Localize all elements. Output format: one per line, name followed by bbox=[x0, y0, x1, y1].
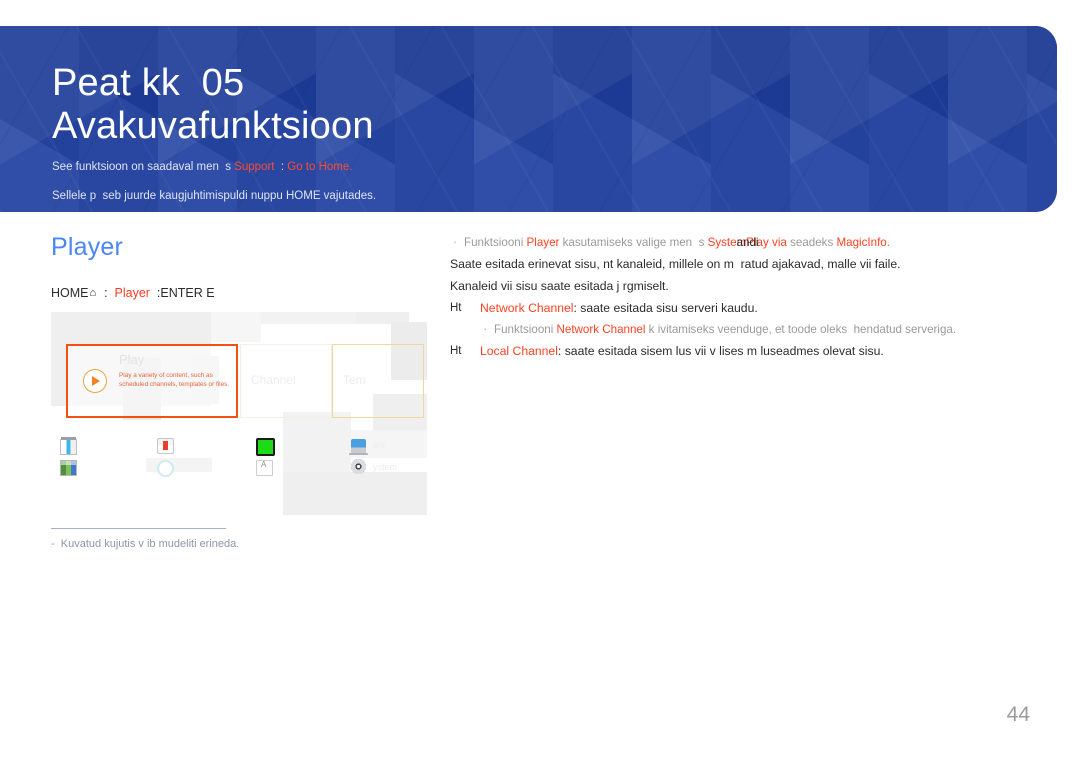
play-circle-icon bbox=[83, 369, 107, 393]
system-label: ystem bbox=[373, 462, 398, 472]
reset-icon[interactable] bbox=[157, 460, 174, 477]
bullet-local-channel: Ht Local Channel: saate esitada sisem lus… bbox=[450, 340, 970, 362]
breadcrumb: HOME ⌂ : Player :ENTER E bbox=[51, 286, 215, 300]
clone-product-icon[interactable] bbox=[60, 437, 77, 455]
chapter-header-banner: Peat kk 05 Avakuvafunktsioon See funktsi… bbox=[0, 26, 1057, 212]
network-status-label: ork bbox=[373, 440, 386, 450]
screenshot-bg-block bbox=[146, 458, 212, 472]
breadcrumb-separator-1: : bbox=[97, 286, 115, 300]
header-text-group: Peat kk 05 Avakuvafunktsioon See funktsi… bbox=[52, 62, 376, 205]
system-icon[interactable] bbox=[351, 459, 366, 474]
bullet-hl-local-channel: Local Channel bbox=[480, 344, 558, 358]
note-network-channel: Funktsiooni Network Channel k ivitamisek… bbox=[480, 318, 970, 340]
note-overlap-group: System andi bbox=[708, 232, 759, 253]
template-card-title: Tem bbox=[343, 373, 366, 387]
header-subtitle-line-2: Sellele p seb juurde kaugjuhtimispuldi n… bbox=[52, 189, 377, 202]
bullet-network-channel: Ht Network Channel: saate esitada sisu se… bbox=[450, 297, 970, 319]
page-title: Player bbox=[51, 233, 124, 261]
play-card-description: Play a variety of content, such as sched… bbox=[119, 372, 230, 388]
note2-text-pre: Funktsiooni bbox=[494, 323, 557, 336]
id-settings-icon[interactable] bbox=[157, 438, 174, 454]
note2-text-end: k ivitamiseks veenduge, et toode oleks h… bbox=[645, 323, 957, 336]
bullet-hl-network-channel: Network Channel bbox=[480, 301, 574, 315]
play-card-text-group: Play Play a variety of content, such as … bbox=[119, 352, 237, 390]
play-card-selected[interactable]: Play Play a variety of content, such as … bbox=[66, 344, 238, 418]
subtitle-link-support: Support bbox=[234, 161, 275, 173]
figure-caption: - Kuvatud kujutis v ib mudeliti erineda. bbox=[51, 538, 240, 550]
note-hl-player: Player bbox=[526, 236, 560, 249]
channel-card[interactable]: Channel bbox=[240, 344, 332, 418]
play-card-title: Play bbox=[119, 352, 145, 368]
note-text-mid-2: seadeks bbox=[786, 236, 837, 249]
chapter-number-label: Peat kk 05 bbox=[52, 62, 245, 104]
home-icon: ⌂ bbox=[89, 287, 97, 299]
body-paragraph-2: Kanaleid vii sisu saate esitada j rgmise… bbox=[450, 279, 669, 293]
bullet-marker-icon: Ht bbox=[450, 345, 462, 357]
on-off-timer-icon[interactable] bbox=[60, 460, 77, 476]
note2-hl-network-channel: Network Channel bbox=[556, 323, 646, 336]
breadcrumb-enter-suffix: :ENTER E bbox=[149, 286, 215, 300]
body-paragraph-1: Saate esitada erinevat sisu, nt kanaleid… bbox=[450, 257, 901, 271]
network-status-icon[interactable] bbox=[349, 439, 368, 455]
note-text-pre: Funktsiooni bbox=[464, 236, 527, 249]
screenshot-bg-block bbox=[211, 312, 261, 342]
note-hl-magicinfo: MagicInfo bbox=[836, 236, 887, 249]
subtitle-text-pre: See funktsioon on saadaval men s bbox=[52, 161, 235, 173]
bullet-marker-icon: Ht bbox=[450, 302, 462, 314]
note-player-menu: Funktsiooni Player kasutamiseks valige m… bbox=[450, 231, 970, 253]
note-text-mid-1: kasutamiseks valige men s bbox=[559, 236, 708, 249]
header-subtitle-line-1: See funktsioon on saadaval men s Support… bbox=[52, 159, 376, 177]
caption-divider bbox=[51, 528, 226, 529]
screenshot-bg-block bbox=[283, 412, 351, 480]
channel-card-title: Channel bbox=[251, 373, 296, 387]
screenshot-bg-block bbox=[261, 312, 356, 324]
note-text-end: . bbox=[886, 236, 890, 249]
note-overlap-andi: andi bbox=[736, 236, 762, 249]
subtitle-link-go-to-home: Go to Home bbox=[287, 161, 350, 173]
breadcrumb-home-label: HOME bbox=[51, 286, 89, 300]
body-content: Funktsiooni Player kasutamiseks valige m… bbox=[450, 231, 970, 362]
bullet-text-network-channel: : saate esitada sisu serveri kaudu. bbox=[573, 301, 758, 315]
home-screen-screenshot: Channel Tem Play Play a variety of conte… bbox=[51, 312, 427, 515]
subtitle-text-mid: : bbox=[274, 161, 288, 173]
chapter-title: Avakuvafunktsioon bbox=[52, 105, 374, 147]
breadcrumb-item-player: Player bbox=[114, 286, 150, 300]
video-wall-icon[interactable] bbox=[256, 438, 275, 456]
subtitle-text-end: . bbox=[349, 161, 353, 173]
security-icon[interactable] bbox=[256, 460, 273, 476]
bullet-text-local-channel: : saate esitada sisem lus vii v lises m … bbox=[557, 344, 884, 358]
template-card[interactable]: Tem bbox=[332, 344, 424, 418]
screenshot-bg-block bbox=[283, 472, 427, 515]
page-number: 44 bbox=[1006, 703, 1030, 726]
